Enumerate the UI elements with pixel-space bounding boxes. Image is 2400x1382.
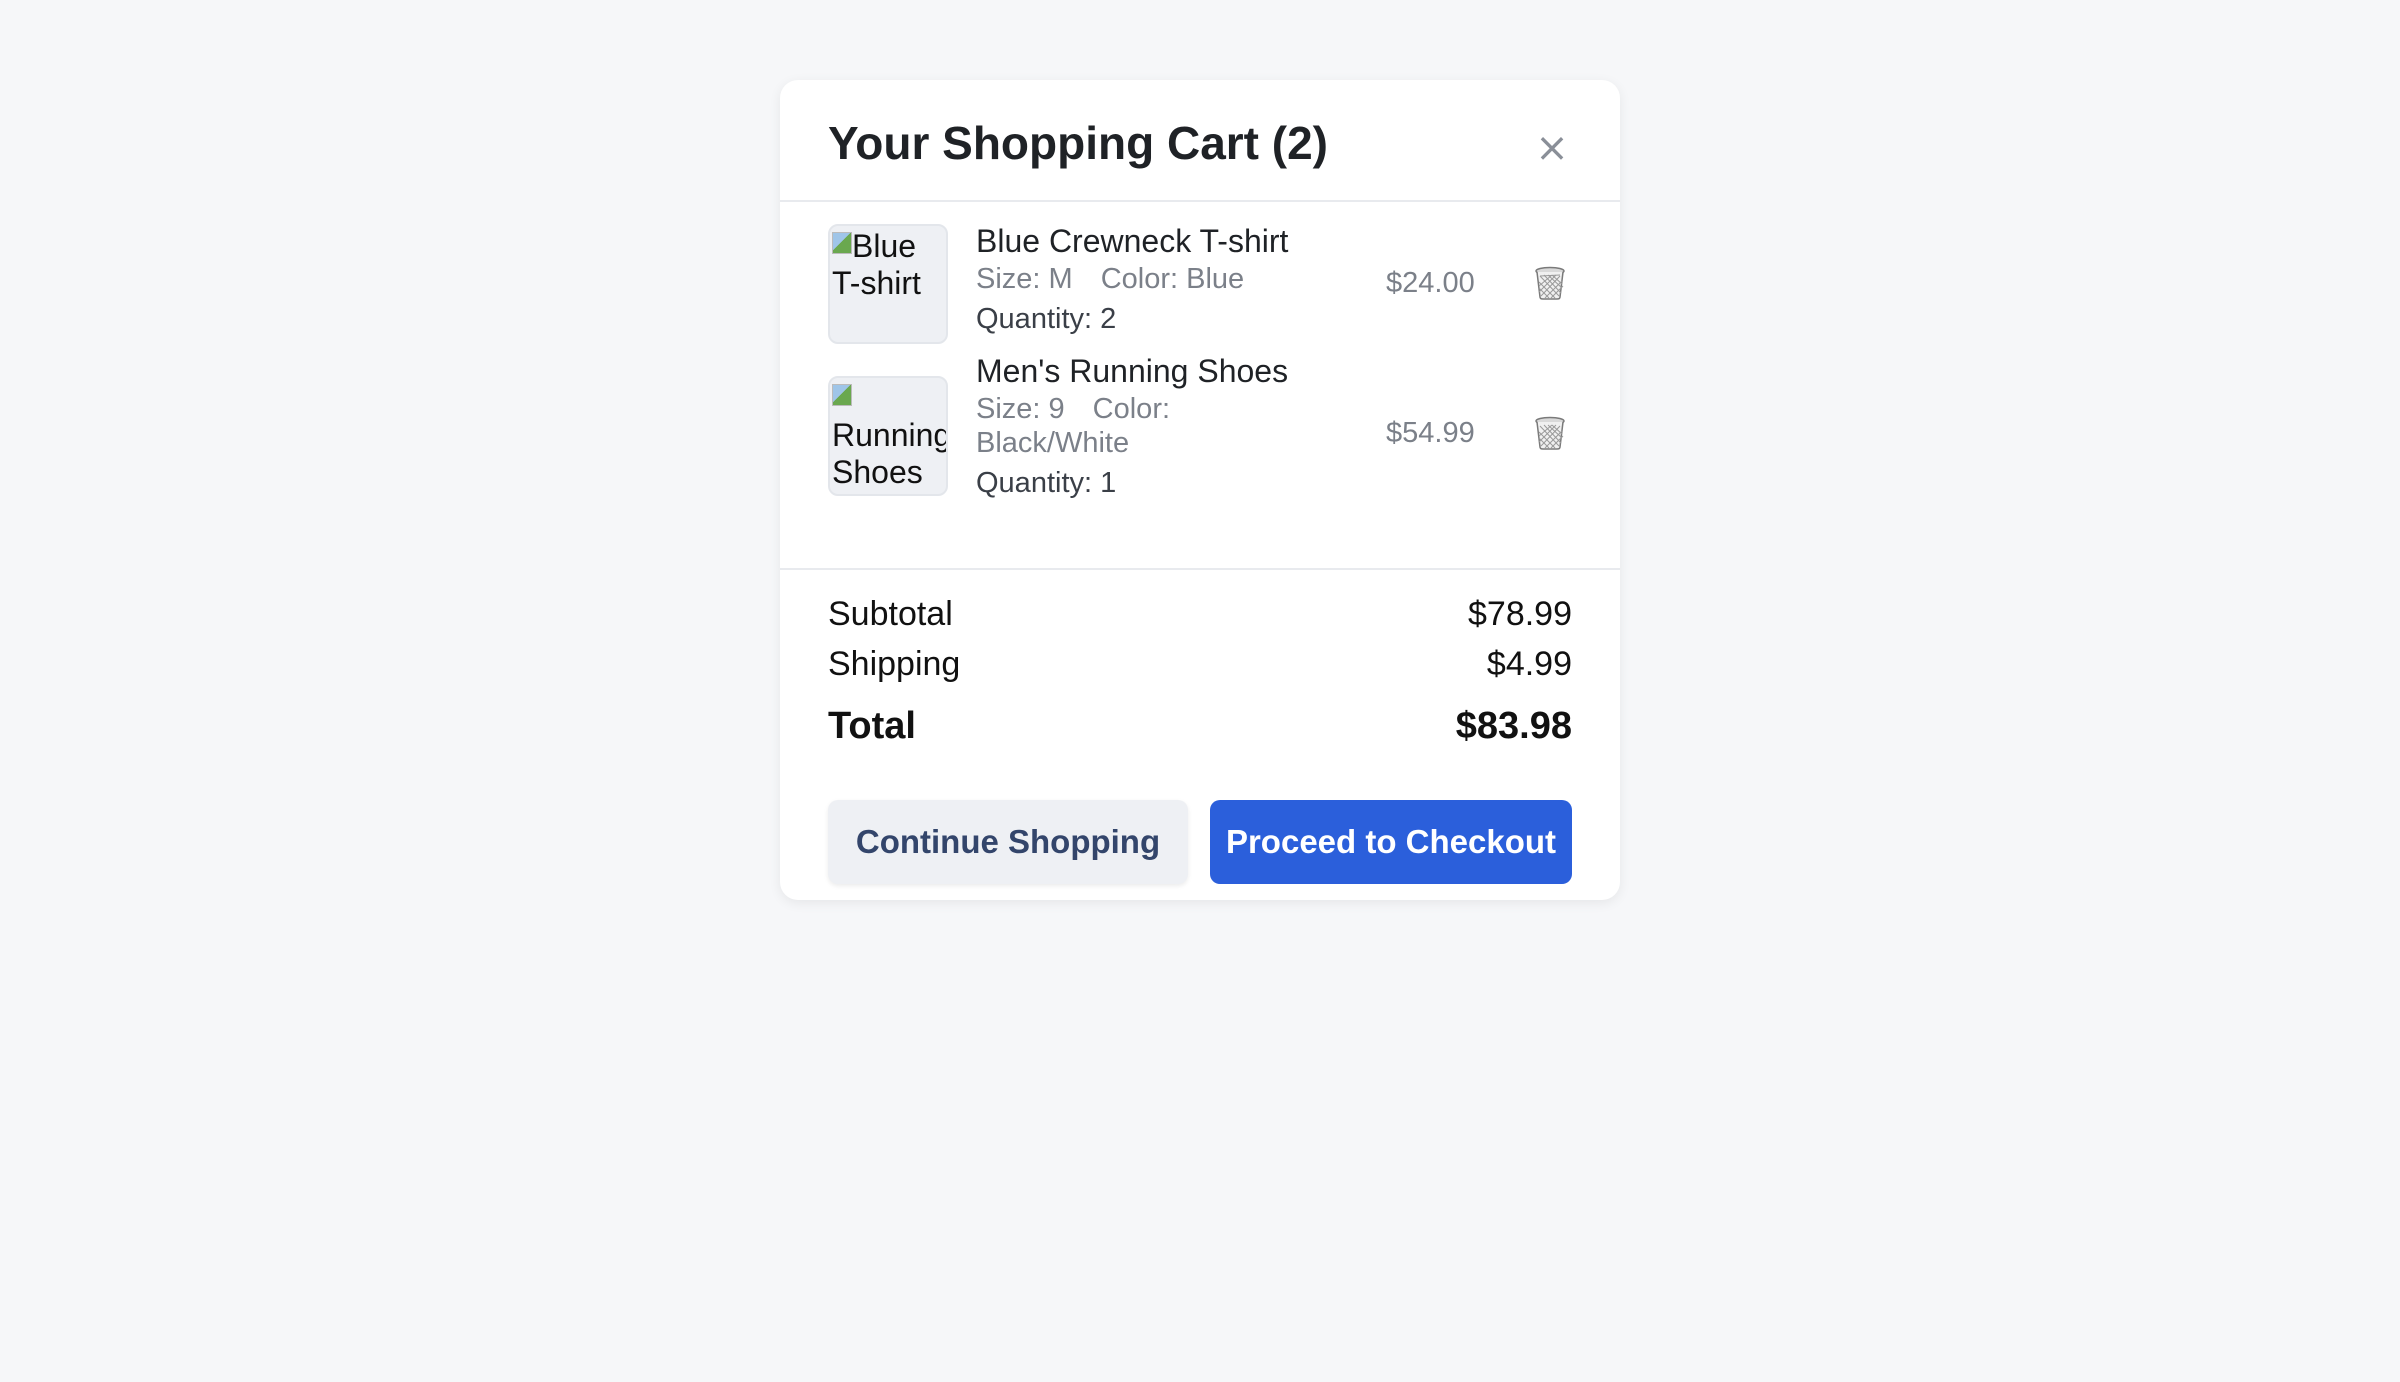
trash-icon[interactable]	[1534, 416, 1566, 450]
item-size: Size: 9	[976, 393, 1065, 425]
cart-items-list: Blue T-shirt Blue Crewneck T-shirt Size:…	[780, 202, 1620, 570]
shipping-row: Shipping $4.99	[828, 644, 1572, 684]
total-value: $83.98	[1455, 705, 1572, 747]
item-name: Blue Crewneck T-shirt	[976, 223, 1289, 259]
total-row: Total $83.98	[828, 706, 1572, 746]
item-info: Blue Crewneck T-shirt Size: M Color: Blue…	[976, 222, 1316, 336]
product-image: Running Shoes	[828, 376, 948, 496]
item-info: Men's Running Shoes Size: 9 Color: Black/…	[976, 352, 1316, 500]
item-quantity: Quantity: 1	[976, 467, 1117, 499]
item-size: Size: M	[976, 263, 1073, 295]
cart-title: Your Shopping Cart (2)	[828, 117, 1329, 169]
shipping-value: $4.99	[1486, 645, 1572, 683]
product-image: Blue T-shirt	[828, 224, 948, 344]
shipping-label: Shipping	[828, 645, 961, 683]
product-image-alt: Running Shoes	[832, 417, 948, 490]
broken-image-icon	[832, 384, 852, 406]
cart-item: Running Shoes Men's Running Shoes Size: …	[828, 352, 1572, 542]
shopping-cart-modal: Your Shopping Cart (2) × Blue T-shirt Bl…	[780, 80, 1620, 900]
item-name: Men's Running Shoes	[976, 353, 1289, 389]
subtotal-row: Subtotal $78.99	[828, 594, 1572, 634]
subtotal-value: $78.99	[1468, 595, 1572, 633]
item-color: Color: Blue	[1100, 263, 1245, 295]
item-attributes: Size: 9 Color: Black/White	[976, 392, 1316, 460]
broken-image-icon	[832, 232, 852, 254]
close-icon[interactable]: ×	[1532, 128, 1572, 168]
subtotal-label: Subtotal	[828, 595, 953, 633]
order-summary: Subtotal $78.99 Shipping $4.99 Total $83…	[780, 570, 1620, 900]
cart-header: Your Shopping Cart (2) ×	[780, 80, 1620, 202]
item-quantity: Quantity: 2	[976, 303, 1117, 335]
continue-shopping-button[interactable]: Continue Shopping	[828, 800, 1188, 884]
total-label: Total	[828, 705, 916, 747]
item-price: $54.99	[1386, 417, 1475, 449]
trash-icon[interactable]	[1534, 266, 1566, 300]
item-price: $24.00	[1386, 267, 1475, 299]
item-attributes: Size: M Color: Blue	[976, 262, 1316, 296]
cart-item: Blue T-shirt Blue Crewneck T-shirt Size:…	[828, 222, 1572, 344]
checkout-button[interactable]: Proceed to Checkout	[1210, 800, 1572, 884]
